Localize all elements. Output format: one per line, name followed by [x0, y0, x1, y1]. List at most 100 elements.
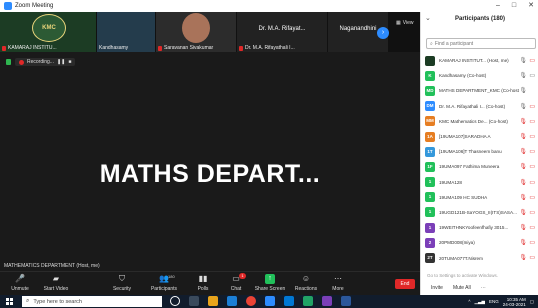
participant-search-input[interactable] [434, 40, 535, 47]
unmute-button[interactable]: 🎤 Unmute [2, 274, 38, 292]
chrome-icon[interactable] [246, 296, 256, 306]
participant-row[interactable]: K Kandhasamy (Co-host) 🎙 ▭ [421, 68, 538, 83]
more-button[interactable]: ⋯ More [320, 274, 356, 292]
taskbar-clock[interactable]: 10:35 AM 24-03-2021 [503, 297, 526, 307]
active-speaker-label: MATHEMATICS DEPARTMENT (Host, me) [4, 263, 100, 269]
video-tile[interactable]: KMC KAMARAJ INSTITU... [0, 12, 96, 52]
word-icon[interactable] [341, 296, 351, 306]
chat-icon: ▭ [232, 274, 240, 283]
video-off-icon: ▭ [529, 58, 535, 64]
tray-chevron-icon[interactable]: ^ [468, 299, 470, 304]
file-explorer-icon[interactable] [208, 296, 218, 306]
participant-name: KMC Mathematics De... (Co-host) [439, 118, 508, 124]
participants-panel: ⌄ Participants (180) ⌕ KAMARAJ INSTITUT.… [420, 12, 538, 295]
participant-row[interactable]: 1 19UMA109 HC SUDHA 🎙 ▭ [421, 190, 538, 205]
video-off-icon: ▭ [529, 118, 535, 125]
chat-unread-badge: 1 [239, 273, 246, 279]
participant-name: KAMARAJ INSTITUT... (Host, me) [439, 58, 509, 64]
participant-row[interactable]: 2 20PMD008(Iniya) 🎙 ▭ [421, 235, 538, 250]
participant-avatar: MM [425, 116, 435, 127]
participant-row[interactable]: 1A [19UMA107]SARADHA A 🎙 ▭ [421, 129, 538, 144]
participant-row[interactable]: MD MATHS DEPARTMENT_KMC (Co-host) 🎙 [421, 83, 538, 98]
chat-button[interactable]: ▭ 1 Chat [218, 273, 254, 292]
participant-row[interactable]: 1 19UMA128 🎙 ▭ [421, 175, 538, 190]
reactions-button[interactable]: ☺ Reactions [288, 274, 324, 292]
cortana-icon[interactable] [170, 296, 180, 306]
edge-icon[interactable] [227, 296, 237, 306]
participant-row[interactable]: DM Dr. M.A. Rifayathali I... (Co-host) 🎙 ▭ [421, 99, 538, 114]
video-tile[interactable]: Dr. M.A. Rifayat... Dr. M.A. Rifayathali… [237, 12, 327, 52]
participant-avatar: 2T [425, 253, 435, 264]
participant-row[interactable]: 1 19WEITHNKYoofeenfhafiy 3015... 🎙 ▭ [421, 220, 538, 235]
participant-list: KAMARAJ INSTITUT... (Host, me) 🎙 ▭ K Kandhas… [421, 53, 538, 266]
participant-name: 19UMA097 Fathima Muneera [439, 164, 500, 170]
window-controls: – □ ✕ [496, 0, 534, 12]
mic-muted-icon: 🎙 [519, 133, 527, 140]
windows-taskbar: ⌕ Type here to search ^ ▁▃▅ ENG 10:35 AM… [0, 295, 538, 308]
video-tile[interactable]: Saravanan Sivakumar [156, 12, 236, 52]
invite-button[interactable]: Invite [431, 285, 443, 291]
stop-recording-button[interactable]: ■ [68, 59, 71, 65]
participant-avatar: 1 [425, 192, 435, 203]
maximize-button[interactable]: □ [512, 0, 516, 12]
participant-search[interactable]: ⌕ [426, 38, 536, 49]
video-tile[interactable]: Kandhasamy [97, 12, 155, 52]
grid-icon: ▦ [396, 20, 401, 26]
close-button[interactable]: ✕ [528, 0, 534, 12]
participant-name: Kandhasamy (Co-host) [439, 73, 487, 79]
end-meeting-button[interactable]: End [395, 279, 415, 289]
taskbar-search-placeholder: Type here to search [33, 298, 82, 305]
recording-indicator: Recording... ❚❚ ■ [15, 58, 76, 66]
zoom-app-icon[interactable] [265, 296, 275, 306]
onenote-icon[interactable] [322, 296, 332, 306]
participant-name: 19UMA128 [439, 179, 462, 185]
mic-muted-icon: 🎙 [519, 149, 527, 156]
share-screen-button[interactable]: ↑ Share Screen [252, 274, 288, 292]
tile-name: Dr. M.A. Rifayathali I... [245, 45, 295, 51]
participant-row[interactable]: KAMARAJ INSTITUT... (Host, me) 🎙 ▭ [421, 53, 538, 68]
system-tray: ^ ▁▃▅ ENG 10:35 AM 24-03-2021 ▢ [468, 295, 534, 308]
muted-mic-icon [2, 45, 6, 51]
start-video-button[interactable]: ▰ Start Video [38, 274, 74, 292]
excel-icon[interactable] [303, 296, 313, 306]
polls-button[interactable]: ▮▮ Polls [185, 274, 221, 292]
task-view-icon[interactable] [189, 296, 199, 306]
participant-row[interactable]: 1F 19UMA097 Fathima Muneera 🎙 ▭ [421, 159, 538, 174]
ellipsis-icon: ⋯ [334, 274, 342, 283]
meeting-toolbar: 🎤 Unmute ▰ Start Video ⛉ Security 👥 180 … [0, 271, 420, 295]
collapse-chevron-icon[interactable]: ⌄ [425, 14, 431, 22]
video-on-icon: ▭ [529, 73, 535, 80]
mic-muted-icon: 🎙 [519, 179, 527, 186]
college-logo-icon: KMC [32, 14, 66, 42]
share-arrow-icon: ↑ [265, 274, 275, 284]
participant-row[interactable]: 1 19UGD121B-SaYOGS_II(ITS)SASA... 🎙 ▭ [421, 205, 538, 220]
participants-button[interactable]: 👥 180 Participants [146, 274, 182, 292]
pause-recording-button[interactable]: ❚❚ [57, 59, 65, 65]
mute-all-button[interactable]: Mute All [453, 285, 471, 291]
participants-count: 180 [168, 274, 175, 279]
language-indicator[interactable]: ENG [489, 299, 499, 304]
video-off-icon: ▭ [529, 209, 535, 216]
network-icon[interactable]: ▁▃▅ [475, 299, 485, 305]
mic-on-icon: 🎙 [519, 73, 527, 80]
window-title: Zoom Meeting [15, 3, 54, 9]
participant-row[interactable]: 1T [19UMA106]T Thasneem banu 🎙 ▭ [421, 144, 538, 159]
taskbar-search[interactable]: ⌕ Type here to search [22, 296, 162, 307]
taskbar-apps [170, 296, 351, 306]
tile-name: Kandhasamy [99, 45, 129, 51]
windows-start-icon[interactable] [6, 298, 13, 305]
participants-title: Participants (180) [454, 16, 506, 22]
bar-chart-icon: ▮▮ [198, 274, 208, 283]
mic-muted-icon: 🎙 [519, 225, 527, 232]
next-page-arrow-icon[interactable]: › [377, 27, 389, 39]
panel-more-button[interactable]: ⋯ [481, 285, 486, 291]
participant-row[interactable]: MM KMC Mathematics De... (Co-host) 🎙 ▭ [421, 114, 538, 129]
minimize-button[interactable]: – [496, 0, 500, 12]
view-button[interactable]: ▦ View [396, 20, 413, 26]
zoom-logo-icon [4, 2, 12, 10]
participant-name: 20PMD008(Iniya) [439, 240, 475, 246]
notifications-icon[interactable]: ▢ [530, 299, 534, 305]
participant-row[interactable]: 2T 20TUMA077T.Nisrem 🎙 ▭ [421, 250, 538, 265]
security-button[interactable]: ⛉ Security [104, 274, 140, 292]
mail-icon[interactable] [284, 296, 294, 306]
